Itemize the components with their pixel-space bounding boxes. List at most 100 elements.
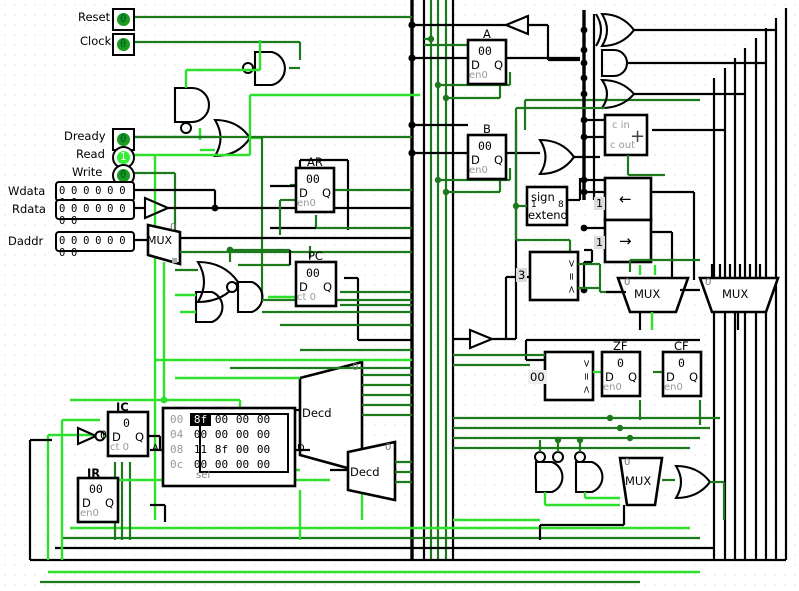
reg-a-label: A — [483, 27, 491, 41]
reg-a-enable: en0 — [469, 70, 488, 81]
reg-ir-enable: en0 — [80, 508, 99, 519]
input-label-clock: Clock — [80, 34, 112, 48]
reg-pc-enable: ct 0 — [297, 292, 316, 303]
input-value-reset: 0 — [120, 13, 127, 25]
bus-label-wdata: Wdata — [8, 184, 46, 198]
input-label-reset: Reset — [78, 10, 111, 24]
reg-zf-pin-q: Q — [628, 370, 638, 384]
reg-ar-label: AR — [307, 155, 323, 169]
reg-ar-value: 00 — [306, 172, 320, 186]
ram-contents[interactable]: 00 8f 00 00 00 04 00 00 00 00 08 11 8f 0… — [170, 412, 290, 472]
decoder-sub-select: 0 — [385, 442, 392, 453]
reg-pc-label: PC — [308, 249, 323, 263]
mux-alu-b-select: 0 — [705, 277, 712, 288]
ram-cell[interactable]: 00 — [232, 443, 253, 456]
bus-display-rdata[interactable]: 0 0 0 0 0 0 0 0 — [55, 199, 135, 227]
reg-cf-value: 0 — [678, 356, 685, 370]
circuit-svg[interactable] — [0, 0, 799, 591]
reg-zf-value: 0 — [617, 356, 624, 370]
comparator-main-out-eq: = — [565, 272, 577, 281]
mux-daddr-select: 0 — [170, 222, 177, 233]
ram-row[interactable]: 08 11 8f 00 00 — [170, 442, 290, 457]
comparator-main-out-lt: < — [565, 285, 577, 294]
input-value-dready: 0 — [120, 133, 127, 145]
reg-zf-label: ZF — [613, 339, 628, 353]
bottom-right-logic — [534, 436, 726, 540]
input-pin-clock[interactable]: 0 — [112, 33, 135, 56]
mux-alu-a-label: MUX — [634, 287, 661, 301]
ram-row[interactable]: 0c 00 00 00 00 — [170, 457, 290, 472]
decoder-main-label: Decd — [302, 406, 332, 420]
ram-cell[interactable]: 00 — [232, 428, 253, 441]
or-gate-b — [538, 138, 600, 176]
ram-cell[interactable]: 00 — [211, 458, 232, 471]
reg-cf-label: CF — [674, 339, 689, 353]
input-value-read: 1 — [120, 151, 127, 163]
ram-row[interactable]: 04 00 00 00 00 — [170, 427, 290, 442]
ram-cell[interactable]: 11 — [190, 443, 211, 456]
ram-row-address: 0c — [170, 458, 184, 471]
nand-gate-clock — [242, 50, 300, 87]
sign-extend-label-line2: extend — [528, 208, 568, 222]
mux-alu-a-select: 0 — [624, 277, 631, 288]
comparator-main-input-label: 3 — [516, 268, 528, 282]
ram-cell[interactable]: 00 — [253, 458, 274, 471]
input-pin-reset[interactable]: 0 — [112, 8, 135, 31]
adder-carry-in-label: c in — [612, 120, 630, 131]
clock-wire — [131, 40, 302, 60]
decoder-main-select: 0 — [352, 362, 359, 373]
reg-a-pin-q: Q — [494, 58, 504, 72]
reg-ir-pin-q: Q — [105, 496, 115, 510]
reg-b-label: B — [483, 122, 491, 136]
ram-row[interactable]: 00 8f 00 00 00 — [170, 412, 290, 427]
reg-ic-label: IC — [116, 400, 129, 414]
reg-ar-pin-q: Q — [322, 186, 332, 200]
ram-cell[interactable]: 00 — [232, 413, 253, 426]
ram-cell[interactable]: 00 — [211, 413, 232, 426]
ram-row-address: 04 — [170, 428, 184, 441]
pc-logic-gates — [175, 246, 296, 324]
bus-value-daddr: 0 0 0 0 0 0 0 0 — [59, 235, 126, 259]
ram-cell[interactable]: 00 — [253, 443, 274, 456]
comparator-zero-out-eq: = — [580, 372, 592, 381]
reg-a-value: 00 — [478, 44, 492, 58]
ram-port-a-label: A — [152, 443, 159, 454]
reg-ic-pin-q: Q — [135, 430, 145, 444]
comparator-main-out-gt: > — [565, 259, 577, 268]
circuit-canvas[interactable]: Reset 0 Clock 0 Dready 0 Read 1 Write 0 … — [0, 0, 799, 591]
reg-pc-pin-q: Q — [323, 280, 333, 294]
mux-alu-b-label: MUX — [722, 287, 749, 301]
bottom-return-bus — [30, 526, 786, 584]
reg-ir-value: 00 — [89, 482, 103, 496]
adder-plus-glyph: + — [630, 126, 646, 147]
shift-left-icon: ← — [619, 190, 632, 208]
reg-pc-value: 00 — [306, 266, 320, 280]
reg-ar-enable: en0 — [297, 198, 316, 209]
ram-port-d-label: D — [297, 443, 305, 454]
mux-daddr-label: MUX — [147, 234, 173, 247]
reg-b-enable: en0 — [469, 165, 488, 176]
ram-cell[interactable]: 00 — [190, 428, 211, 441]
bus-value-rdata: 0 0 0 0 0 0 0 0 — [59, 203, 126, 227]
decoder-sub-label: Decd — [350, 465, 380, 479]
ram-cell[interactable]: 00 — [253, 428, 274, 441]
reg-ic-enable: ct 0 — [110, 442, 129, 453]
bus-label-rdata: Rdata — [12, 202, 46, 216]
input-value-clock: 0 — [120, 38, 127, 50]
ram-cell[interactable]: 00 — [253, 413, 274, 426]
shift-right-icon: → — [619, 232, 632, 250]
bus-display-daddr[interactable]: 0 0 0 0 0 0 0 0 — [55, 231, 135, 259]
comparator-zero-out-lt: < — [580, 385, 592, 394]
ram-row-address: 08 — [170, 443, 184, 456]
ram-cell[interactable]: 8f — [190, 413, 211, 426]
shift-right-select: 1 — [594, 236, 605, 249]
shift-left-select: 1 — [594, 197, 605, 210]
ram-cell[interactable]: 00 — [211, 428, 232, 441]
input-label-read: Read — [76, 147, 105, 161]
ram-cell[interactable]: 8f — [211, 443, 232, 456]
ram-row-address: 00 — [170, 413, 184, 426]
reg-ic-input-value: 0 — [100, 428, 107, 442]
ram-cell[interactable]: 00 — [232, 458, 253, 471]
reg-b-value: 00 — [478, 139, 492, 153]
rdata-buffer — [131, 188, 412, 220]
